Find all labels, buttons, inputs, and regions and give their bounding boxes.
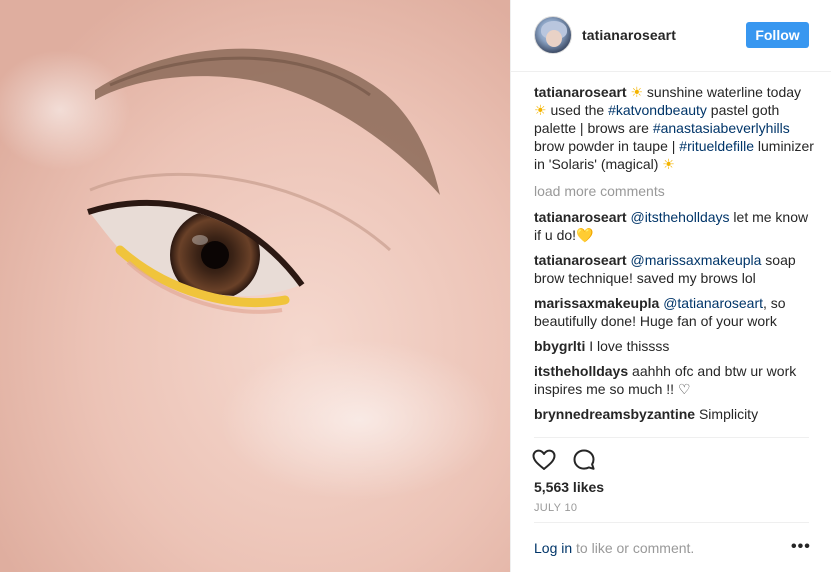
post-header: tatianaroseart Follow: [511, 0, 831, 72]
comment-username[interactable]: itstheholldays: [534, 363, 628, 379]
mention-link[interactable]: @tatianaroseart: [663, 295, 763, 311]
comment-item: itstheholldays aahhh ofc and btw ur work…: [534, 362, 816, 398]
post-sidebar: tatianaroseart Follow tatianaroseart ☀ s…: [510, 0, 831, 572]
author-username[interactable]: tatianaroseart: [582, 27, 676, 43]
post-photo[interactable]: [0, 0, 510, 572]
action-bar: [531, 447, 597, 473]
comment-item: bbygrlti I love thissss: [534, 337, 816, 355]
eye-closeup-image: [0, 0, 510, 572]
mention-link[interactable]: @itstheholldays: [630, 209, 729, 225]
comment-item: brynnedreamsbyzantine Simplicity: [534, 405, 816, 423]
comment-username[interactable]: marissaxmakeupla: [534, 295, 659, 311]
caption-text: sunshine waterline today: [643, 84, 802, 100]
likes-count[interactable]: 5,563 likes: [534, 479, 604, 495]
comment-item: tatianaroseart @marissaxmakeupla soap br…: [534, 251, 816, 287]
avatar-face: [546, 30, 562, 47]
mention-link[interactable]: @marissaxmakeupla: [630, 252, 761, 268]
sun-icon: ☀: [630, 84, 644, 100]
caption: tatianaroseart ☀ sunshine waterline toda…: [534, 83, 816, 173]
comments-list: tatianaroseart ☀ sunshine waterline toda…: [534, 83, 816, 430]
login-link[interactable]: Log in: [534, 540, 572, 556]
comment-text: Simplicity: [695, 406, 759, 422]
divider: [534, 437, 809, 438]
post-date: JULY 10: [534, 502, 578, 514]
login-prompt: Log in to like or comment.: [534, 540, 694, 556]
comment-text: I love thissss: [585, 338, 670, 354]
hashtag-link[interactable]: #ritueldefille: [679, 138, 754, 154]
caption-username[interactable]: tatianaroseart: [534, 84, 627, 100]
more-dots-icon[interactable]: •••: [791, 538, 811, 556]
author-avatar[interactable]: [534, 16, 572, 54]
comment-username[interactable]: tatianaroseart: [534, 209, 627, 225]
hashtag-link[interactable]: #katvondbeauty: [608, 102, 707, 118]
heart-outline-icon[interactable]: [531, 447, 557, 473]
caption-text: used the: [546, 102, 609, 118]
comment-item: marissaxmakeupla @tatianaroseart, so bea…: [534, 294, 816, 330]
comment-username[interactable]: brynnedreamsbyzantine: [534, 406, 695, 422]
comment-item: tatianaroseart @itstheholldays let me kn…: [534, 208, 816, 244]
follow-button[interactable]: Follow: [746, 22, 809, 48]
sun-icon: ☀: [662, 156, 675, 172]
comment-username[interactable]: bbygrlti: [534, 338, 585, 354]
login-prompt-text: to like or comment.: [572, 540, 695, 556]
caption-text: brow powder in taupe |: [534, 138, 680, 154]
comment-username[interactable]: tatianaroseart: [534, 252, 627, 268]
divider: [534, 522, 809, 523]
hashtag-link[interactable]: #anastasiabeverlyhills: [653, 120, 790, 136]
sun-icon: ☀: [534, 102, 547, 118]
yellow-heart-icon: 💛: [576, 227, 594, 243]
load-more-comments[interactable]: load more comments: [534, 182, 816, 200]
speech-bubble-icon[interactable]: [571, 447, 597, 473]
